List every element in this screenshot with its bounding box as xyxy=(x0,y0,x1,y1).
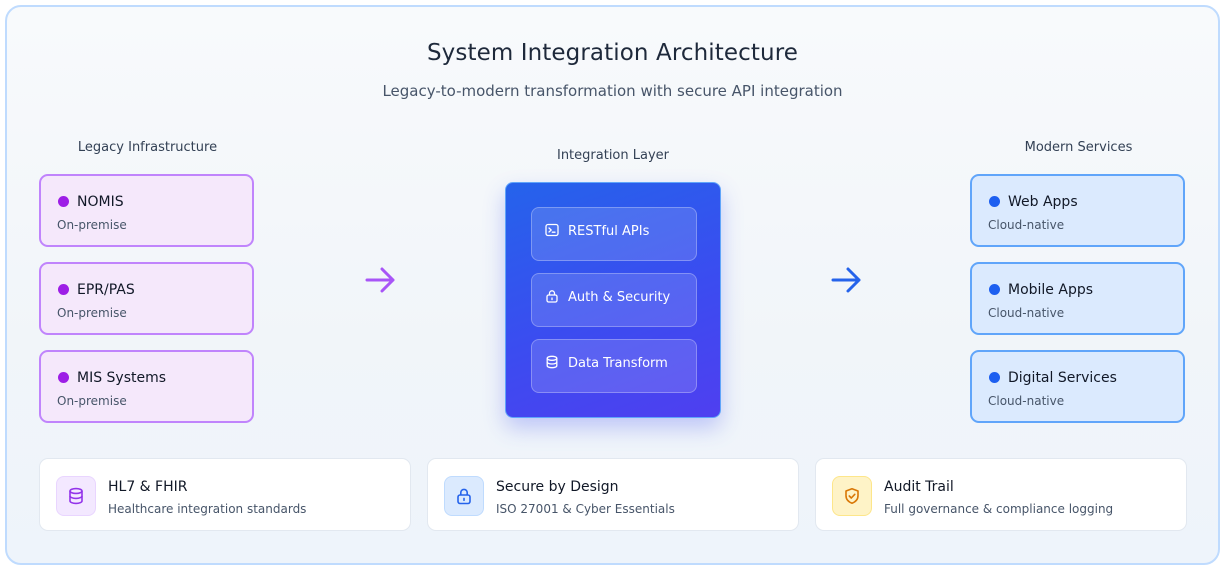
legacy-heading: Legacy Infrastructure xyxy=(77,140,218,155)
modern-heading: Modern Services xyxy=(1024,140,1133,155)
feature-badge xyxy=(444,476,484,516)
integration-item-label: RESTful APIs xyxy=(568,224,650,239)
integration-item-auth-security: Auth & Security xyxy=(531,273,697,327)
integration-item-label: Data Transform xyxy=(568,356,668,371)
status-dot xyxy=(58,372,69,383)
integration-item-restful-apis: RESTful APIs xyxy=(531,207,697,261)
modern-node-web-apps: Web Apps Cloud-native xyxy=(970,174,1185,247)
feature-card-hl7-fhir: HL7 & FHIR Healthcare integration standa… xyxy=(39,458,411,531)
node-sublabel: On-premise xyxy=(57,394,127,408)
node-sublabel: Cloud-native xyxy=(988,394,1065,408)
status-dot xyxy=(989,284,1000,295)
feature-badge xyxy=(56,476,96,516)
status-dot xyxy=(58,196,69,207)
feature-description: ISO 27001 & Cyber Essentials xyxy=(496,502,675,516)
feature-title: Secure by Design xyxy=(496,479,619,495)
node-sublabel: Cloud-native xyxy=(988,306,1065,320)
status-dot xyxy=(989,196,1000,207)
diagram-title: System Integration Architecture xyxy=(426,40,799,66)
legacy-node-nomis: NOMIS On-premise xyxy=(39,174,254,247)
database-icon xyxy=(546,355,558,369)
shield-check-icon xyxy=(845,488,859,504)
database-icon xyxy=(69,487,83,505)
terminal-icon xyxy=(545,223,559,237)
feature-description: Full governance & compliance logging xyxy=(884,502,1114,516)
status-dot xyxy=(989,372,1000,383)
feature-card-secure-by-design: Secure by Design ISO 27001 & Cyber Essen… xyxy=(427,458,799,531)
node-sublabel: On-premise xyxy=(57,306,127,320)
modern-node-digital-services: Digital Services Cloud-native xyxy=(970,350,1185,423)
feature-badge xyxy=(832,476,872,516)
integration-heading: Integration Layer xyxy=(556,148,669,163)
node-label: Mobile Apps xyxy=(1008,282,1094,298)
modern-node-mobile-apps: Mobile Apps Cloud-native xyxy=(970,262,1185,335)
node-label: Digital Services xyxy=(1008,370,1117,386)
legacy-node-epr-pas: EPR/PAS On-premise xyxy=(39,262,254,335)
feature-description: Healthcare integration standards xyxy=(108,502,307,516)
node-label: NOMIS xyxy=(77,194,124,210)
feature-title: Audit Trail xyxy=(884,479,954,495)
status-dot xyxy=(58,284,69,295)
diagram-subtitle: Legacy-to-modern transformation with sec… xyxy=(382,82,843,100)
integration-item-data-transform: Data Transform xyxy=(531,339,697,393)
lock-icon xyxy=(457,488,471,505)
node-label: MIS Systems xyxy=(77,370,167,386)
arrow-right-icon xyxy=(365,267,395,293)
arrow-right-icon xyxy=(831,267,861,293)
feature-title: HL7 & FHIR xyxy=(108,479,188,495)
integration-layer-panel: RESTful APIs Auth & Security Data Transf… xyxy=(505,182,721,418)
node-label: Web Apps xyxy=(1008,194,1078,210)
feature-card-audit-trail: Audit Trail Full governance & compliance… xyxy=(815,458,1187,531)
legacy-node-mis-systems: MIS Systems On-premise xyxy=(39,350,254,423)
node-label: EPR/PAS xyxy=(77,282,135,298)
integration-item-label: Auth & Security xyxy=(568,290,671,305)
lock-icon xyxy=(546,290,558,303)
node-sublabel: Cloud-native xyxy=(988,218,1065,232)
node-sublabel: On-premise xyxy=(57,218,127,232)
